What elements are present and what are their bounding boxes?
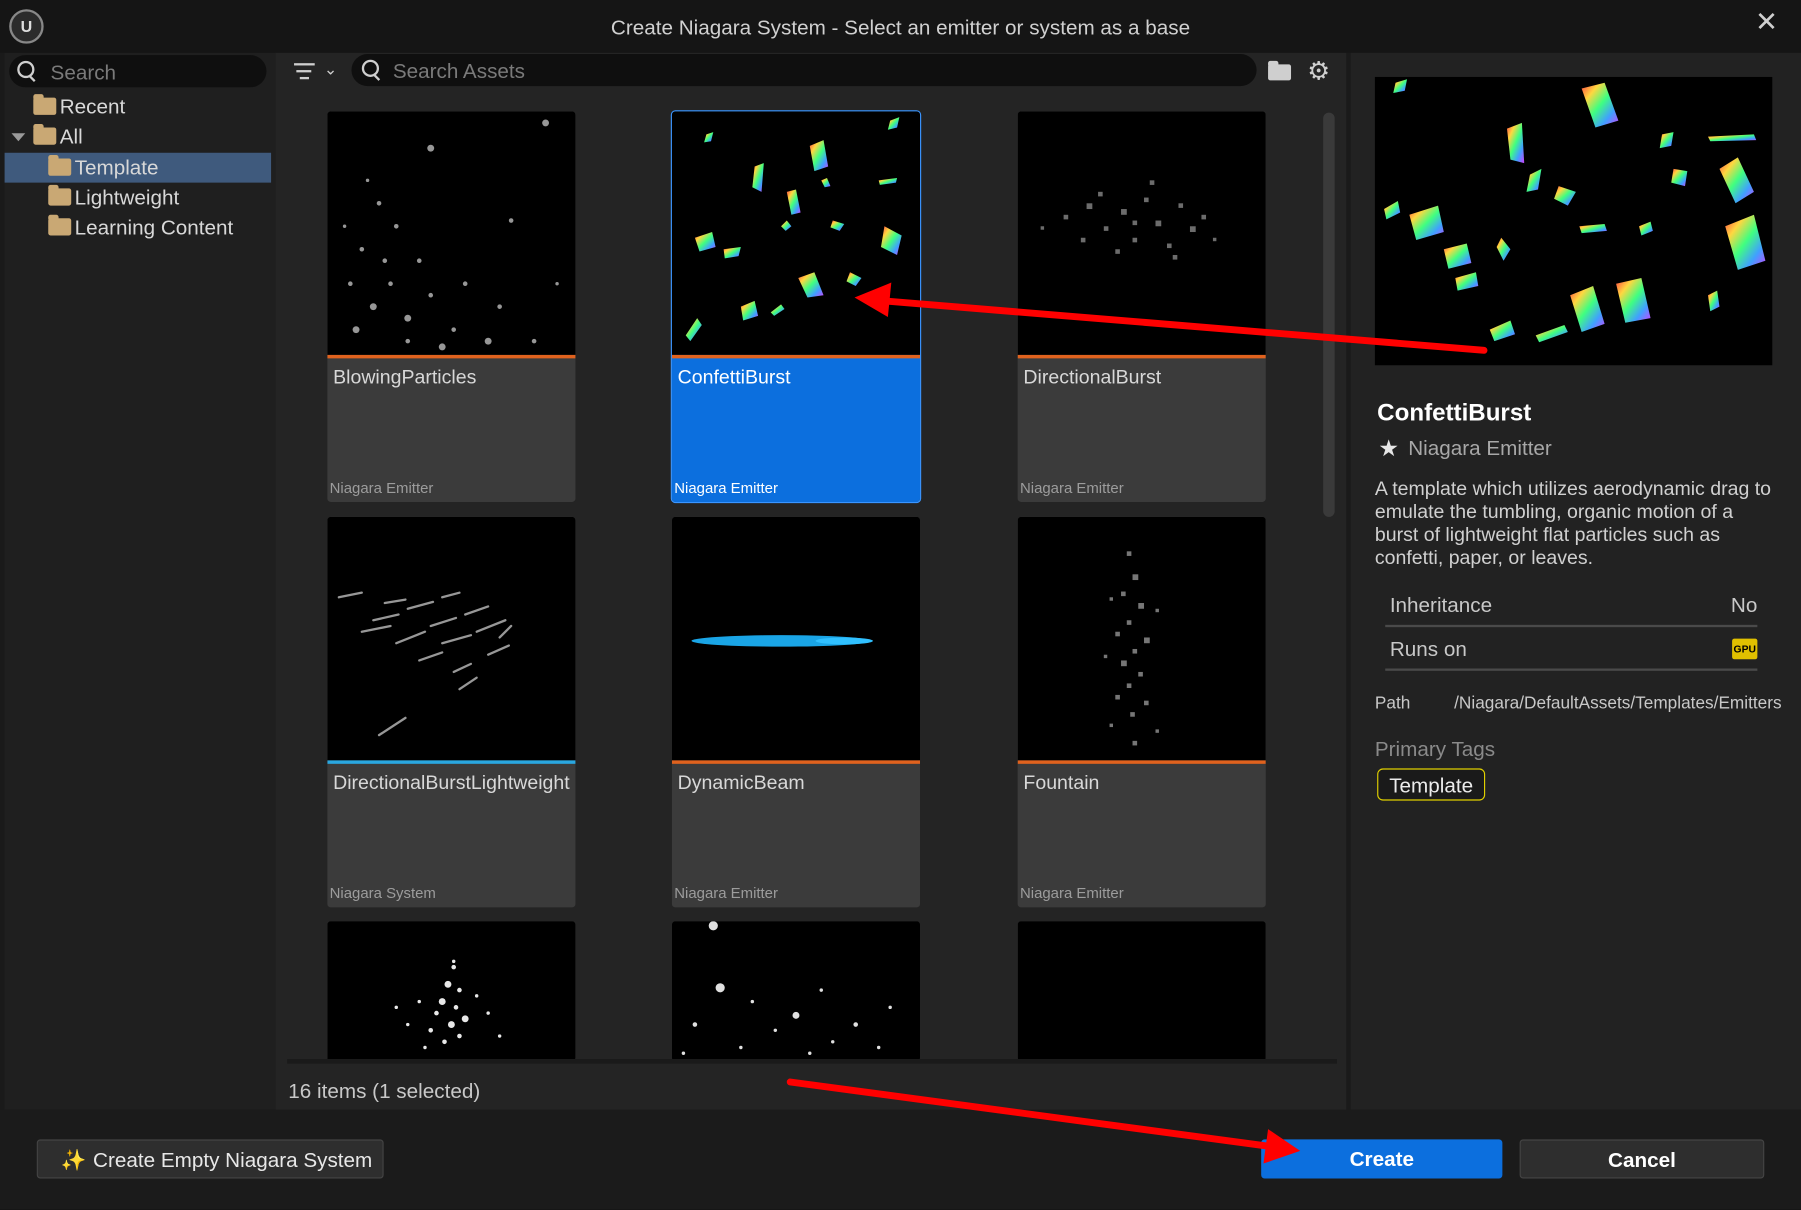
annotation-arrow-line <box>880 297 1488 354</box>
annotation-arrow-line <box>786 1078 1273 1150</box>
annotation-arrows <box>786 282 1488 1164</box>
annotation-arrow-head <box>1263 1129 1301 1164</box>
annotation-arrow-head <box>854 282 892 318</box>
